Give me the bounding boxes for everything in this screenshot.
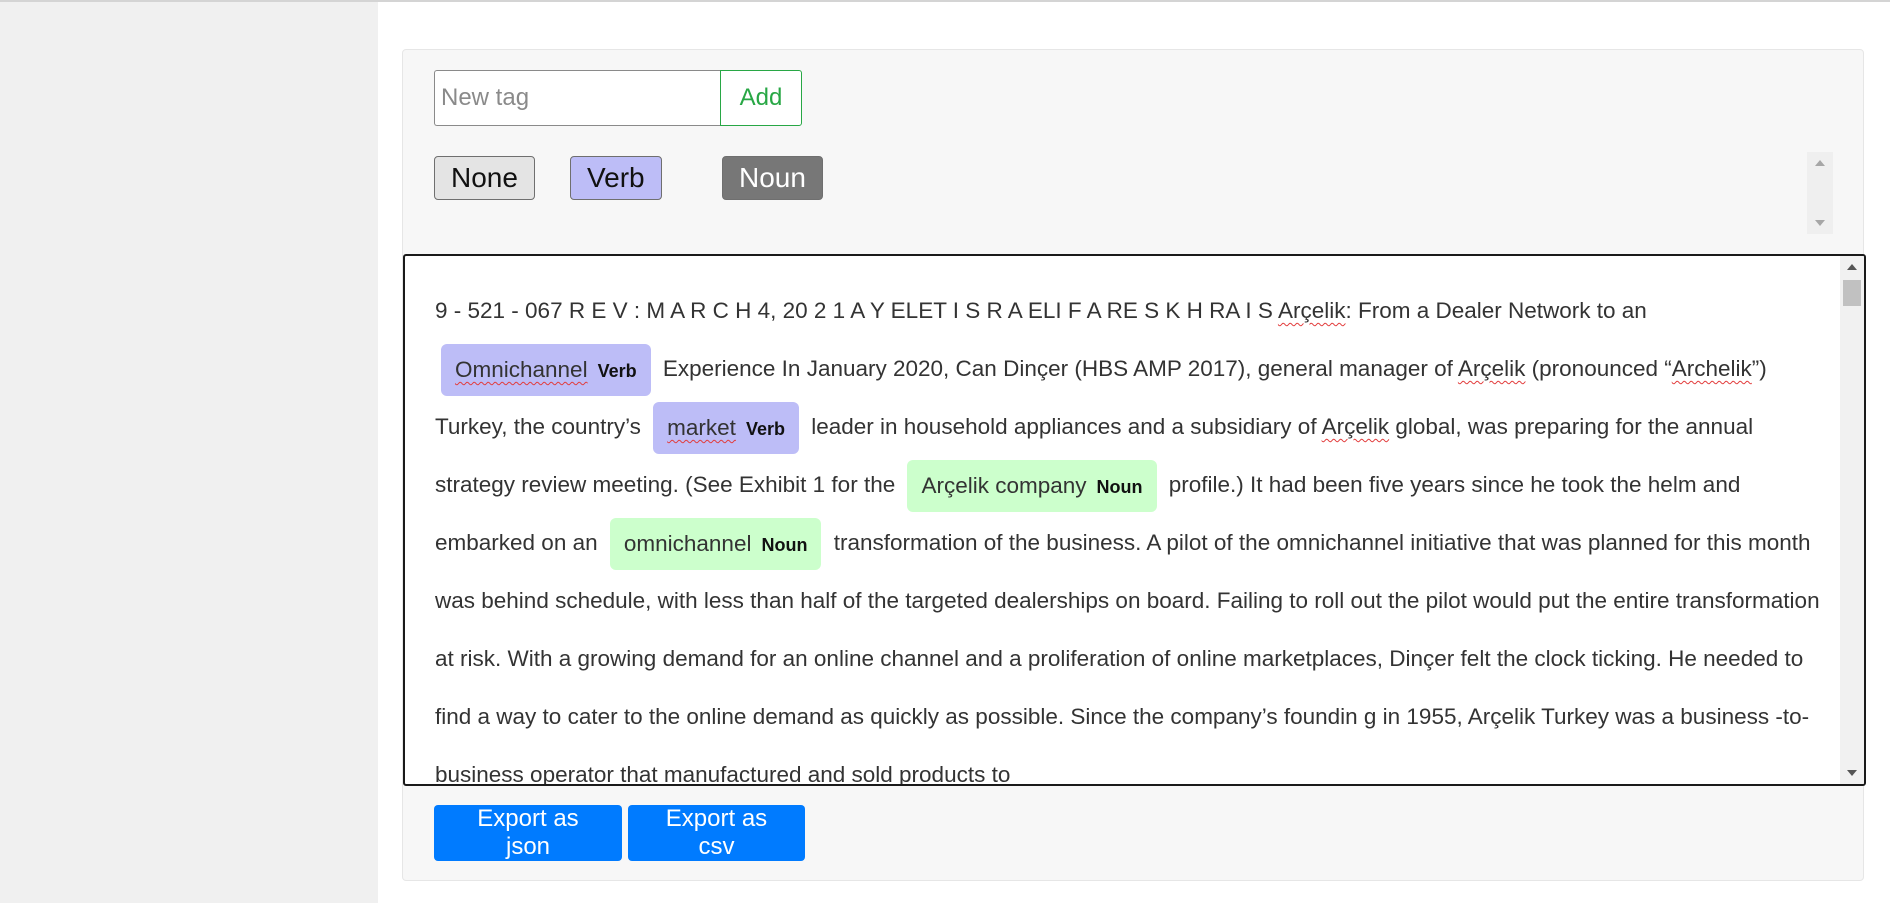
new-tag-input[interactable] [434, 70, 720, 126]
entity-text: omnichannel [623, 531, 752, 557]
entity-text: Arçelik company [921, 473, 1087, 499]
document-text[interactable]: 9 - 521 - 067 R E V : M A R C H 4, 20 2 … [435, 282, 1835, 784]
entity-text: market [667, 415, 736, 441]
entity-text: Omnichannel [455, 357, 588, 383]
entity-omnichannel-noun[interactable]: omnichannel Noun [609, 518, 822, 571]
scroll-up-arrow-icon[interactable] [1847, 264, 1857, 270]
scrollbar-thumb[interactable] [1843, 280, 1861, 306]
sidebar [0, 2, 378, 903]
text-segment: (pronounced “ [1525, 356, 1672, 381]
misspelled-word: Arçelik [1321, 414, 1390, 439]
tag-noun[interactable]: Noun [722, 156, 823, 200]
entity-label: Verb [597, 361, 637, 382]
entity-omnichannel[interactable]: Omnichannel Verb [441, 344, 651, 397]
add-tag-button[interactable]: Add [720, 70, 802, 126]
new-tag-form: Add [434, 70, 802, 126]
scroll-up-arrow-icon[interactable] [1815, 160, 1825, 166]
scroll-down-arrow-icon[interactable] [1815, 220, 1825, 226]
tag-none[interactable]: None [434, 156, 535, 200]
text-segment: : From a Dealer Network to an [1345, 298, 1647, 323]
misspelled-word: Arçelik [1277, 298, 1346, 323]
document-text-area[interactable]: 9 - 521 - 067 R E V : M A R C H 4, 20 2 … [403, 254, 1866, 786]
text-segment: leader in household appliances and a sub… [804, 414, 1322, 439]
tag-verb[interactable]: Verb [570, 156, 662, 200]
document-scrollbar[interactable] [1840, 256, 1864, 784]
scroll-down-arrow-icon[interactable] [1847, 770, 1857, 776]
entity-arcelik-company[interactable]: Arçelik company Noun [907, 460, 1157, 513]
export-csv-button[interactable]: Export as csv [628, 805, 805, 861]
export-json-button[interactable]: Export as json [434, 805, 622, 861]
misspelled-word: Archelik [1671, 356, 1752, 381]
misspelled-word: Arçelik [1457, 356, 1526, 381]
entity-label: Noun [761, 535, 808, 556]
tag-list-scrollbar[interactable] [1807, 152, 1833, 234]
entity-market[interactable]: market Verb [653, 402, 799, 455]
tag-list: None Verb Noun [434, 156, 1837, 236]
entity-label: Verb [745, 419, 785, 440]
text-segment: Experience In January 2020, Can Dinçer (… [656, 356, 1458, 381]
text-segment: 9 - 521 - 067 R E V : M A R C H 4, 20 2 … [435, 298, 1278, 323]
entity-label: Noun [1096, 477, 1143, 498]
